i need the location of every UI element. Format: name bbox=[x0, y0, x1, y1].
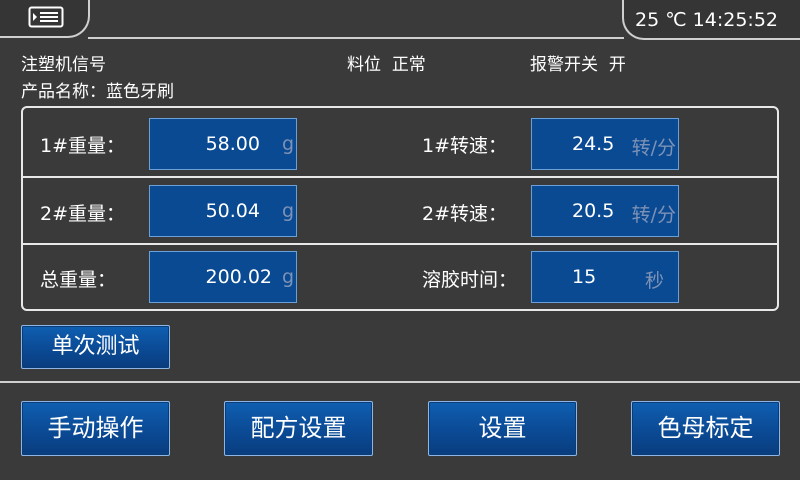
material-status: 料位 正常 bbox=[347, 50, 426, 75]
speed-2-field[interactable]: 20.5 转/分 bbox=[531, 185, 679, 237]
material-value: 正常 bbox=[391, 55, 426, 75]
melt-time-field[interactable]: 15 秒 bbox=[531, 251, 679, 303]
status-readout: 25 ℃ 14:25:52 bbox=[635, 9, 778, 31]
speed-2-label: 2#转速： bbox=[422, 203, 508, 225]
product-label: 产品名称： bbox=[21, 82, 106, 102]
row-divider bbox=[23, 176, 777, 178]
single-test-button[interactable]: 单次测试 bbox=[21, 325, 170, 369]
menu-list-icon[interactable] bbox=[28, 6, 64, 28]
speed-1-value: 24.5 bbox=[572, 133, 615, 155]
melt-time-unit: 秒 bbox=[644, 270, 664, 292]
manual-operation-button[interactable]: 手动操作 bbox=[21, 401, 170, 456]
total-weight-field[interactable]: 200.02 g bbox=[149, 251, 297, 303]
total-weight-label: 总重量： bbox=[40, 269, 117, 291]
product-value: 蓝色牙刷 bbox=[106, 82, 174, 102]
menu-tab bbox=[0, 0, 90, 38]
total-weight-value: 200.02 bbox=[205, 266, 272, 288]
temperature-readout: 25 ℃ bbox=[635, 9, 687, 31]
color-calibration-button[interactable]: 色母标定 bbox=[631, 401, 780, 456]
speed-1-unit: 转/分 bbox=[631, 137, 676, 159]
melt-time-label: 溶胶时间： bbox=[422, 269, 518, 291]
settings-button[interactable]: 设置 bbox=[428, 401, 577, 456]
speed-1-field[interactable]: 24.5 转/分 bbox=[531, 118, 679, 170]
weight-2-value: 50.04 bbox=[205, 200, 260, 222]
material-label: 料位 bbox=[347, 55, 381, 75]
top-divider bbox=[88, 37, 624, 39]
melt-time-value: 15 bbox=[572, 266, 597, 288]
alarm-status: 报警开关 开 bbox=[530, 50, 626, 75]
weight-1-value: 58.00 bbox=[205, 133, 260, 155]
weight-1-field[interactable]: 58.00 g bbox=[149, 118, 297, 170]
weight-2-label: 2#重量： bbox=[40, 203, 126, 225]
speed-2-unit: 转/分 bbox=[631, 204, 676, 226]
total-weight-unit: g bbox=[281, 266, 294, 288]
alarm-label: 报警开关 bbox=[530, 55, 598, 75]
bottom-divider bbox=[0, 381, 800, 383]
recipe-settings-button[interactable]: 配方设置 bbox=[224, 401, 373, 456]
weight-2-field[interactable]: 50.04 g bbox=[149, 185, 297, 237]
signal-label: 注塑机信号 bbox=[21, 55, 106, 75]
weight-1-label: 1#重量： bbox=[40, 135, 126, 157]
weight-1-unit: g bbox=[281, 133, 294, 155]
measurement-panel: 1#重量： 58.00 g 1#转速： 24.5 转/分 2#重量： 50.04… bbox=[21, 106, 779, 311]
status-tab: 25 ℃ 14:25:52 bbox=[622, 0, 800, 40]
weight-2-unit: g bbox=[281, 200, 294, 222]
product-name: 产品名称：蓝色牙刷 bbox=[21, 77, 174, 102]
clock-readout: 14:25:52 bbox=[692, 9, 778, 31]
alarm-value: 开 bbox=[608, 55, 626, 75]
top-bar: 25 ℃ 14:25:52 bbox=[0, 0, 800, 40]
speed-1-label: 1#转速： bbox=[422, 135, 508, 157]
row-divider bbox=[23, 243, 777, 245]
speed-2-value: 20.5 bbox=[572, 200, 615, 222]
